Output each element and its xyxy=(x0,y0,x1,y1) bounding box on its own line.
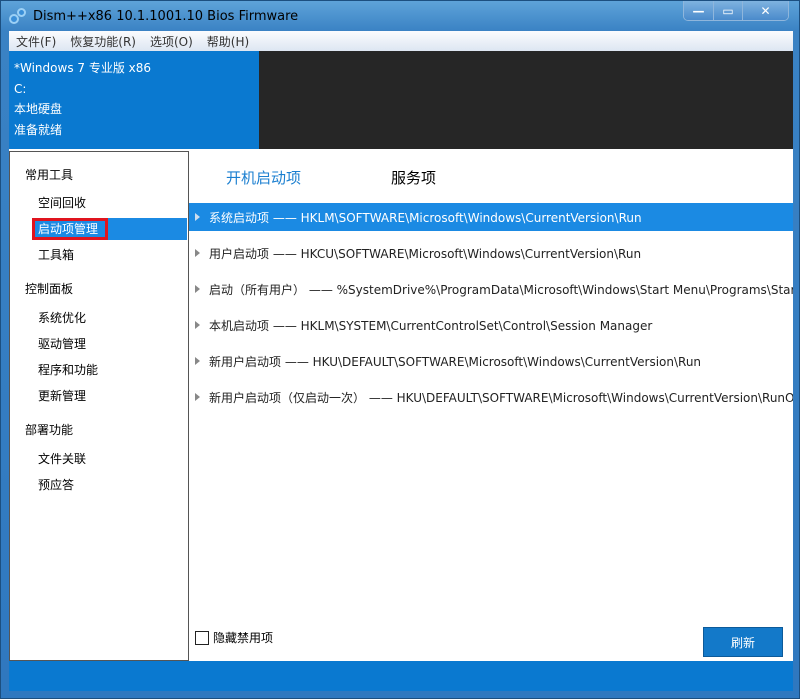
hide-disabled-checkbox[interactable]: 隐藏禁用项 xyxy=(195,629,273,646)
menu-options[interactable]: 选项(O) xyxy=(143,33,200,50)
disk-type: 本地硬盘 xyxy=(14,99,254,120)
section-common-tools: 常用工具 xyxy=(25,166,73,183)
sidebar-item-toolbox[interactable]: 工具箱 xyxy=(32,244,187,266)
checkbox-box[interactable] xyxy=(195,631,209,645)
tab-services[interactable]: 服务项 xyxy=(391,167,436,188)
maximize-button[interactable]: ▭ xyxy=(713,1,742,20)
sidebar-item-drivers[interactable]: 驱动管理 xyxy=(32,333,187,355)
list-item[interactable]: 新用户启动项 —— HKU\DEFAULT\SOFTWARE\Microsoft… xyxy=(189,347,793,375)
section-deploy: 部署功能 xyxy=(25,421,73,438)
row-label: 启动（所有用户） —— %SystemDrive%\ProgramData\Mi… xyxy=(209,281,793,298)
tab-startup[interactable]: 开机启动项 xyxy=(226,167,301,188)
checkbox-label: 隐藏禁用项 xyxy=(213,629,273,646)
section-control-panel: 控制面板 xyxy=(25,280,73,297)
expand-arrow-icon xyxy=(195,357,200,365)
window-title: Dism++x86 10.1.1001.10 Bios Firmware xyxy=(33,9,298,24)
sidebar-item-programs[interactable]: 程序和功能 xyxy=(32,359,187,381)
menu-restore[interactable]: 恢复功能(R) xyxy=(63,33,143,50)
sidebar-item-space-cleanup[interactable]: 空间回收 xyxy=(32,192,187,214)
list-item[interactable]: 用户启动项 —— HKCU\SOFTWARE\Microsoft\Windows… xyxy=(189,239,793,267)
expand-arrow-icon xyxy=(195,285,200,293)
sidebar-item-answer-file[interactable]: 预应答 xyxy=(32,474,187,496)
status-text: 准备就绪 xyxy=(14,120,254,141)
row-label: 系统启动项 —— HKLM\SOFTWARE\Microsoft\Windows… xyxy=(209,209,642,226)
expand-arrow-icon xyxy=(195,213,200,221)
image-info-panel[interactable]: *Windows 7 专业版 x86 C: 本地硬盘 准备就绪 xyxy=(9,51,259,149)
sidebar-item-updates[interactable]: 更新管理 xyxy=(32,385,187,407)
expand-arrow-icon xyxy=(195,393,200,401)
sidebar-item-file-assoc[interactable]: 文件关联 xyxy=(32,448,187,470)
list-item[interactable]: 本机启动项 —— HKLM\SYSTEM\CurrentControlSet\C… xyxy=(189,311,793,339)
row-label: 新用户启动项 —— HKU\DEFAULT\SOFTWARE\Microsoft… xyxy=(209,353,701,370)
expand-arrow-icon xyxy=(195,249,200,257)
sidebar-item-startup-manager[interactable]: 启动项管理 xyxy=(32,218,108,240)
menu-file[interactable]: 文件(F) xyxy=(9,33,63,50)
list-item[interactable]: 新用户启动项（仅启动一次） —— HKU\DEFAULT\SOFTWARE\Mi… xyxy=(189,383,793,411)
close-button[interactable]: ✕ xyxy=(742,1,788,20)
row-label: 用户启动项 —— HKCU\SOFTWARE\Microsoft\Windows… xyxy=(209,245,641,262)
title-bar: Dism++x86 10.1.1001.10 Bios Firmware xyxy=(9,5,298,27)
minimize-button[interactable]: — xyxy=(684,1,713,20)
os-name: *Windows 7 专业版 x86 xyxy=(14,58,254,79)
refresh-button[interactable]: 刷新 xyxy=(703,627,783,657)
drive-letter: C: xyxy=(14,79,254,100)
list-item[interactable]: 启动（所有用户） —— %SystemDrive%\ProgramData\Mi… xyxy=(189,275,793,303)
info-dark-area xyxy=(259,51,793,149)
app-gear-icon xyxy=(9,8,27,24)
sidebar-item-system-optimize[interactable]: 系统优化 xyxy=(32,307,187,329)
main-panel: 开机启动项 服务项 系统启动项 —— HKLM\SOFTWARE\Microso… xyxy=(189,149,793,661)
menu-bar: 文件(F) 恢复功能(R) 选项(O) 帮助(H) xyxy=(9,31,793,51)
app-window: Dism++x86 10.1.1001.10 Bios Firmware — ▭… xyxy=(0,0,800,699)
expand-arrow-icon xyxy=(195,321,200,329)
list-item[interactable]: 系统启动项 —— HKLM\SOFTWARE\Microsoft\Windows… xyxy=(189,203,793,231)
status-bar xyxy=(9,661,793,691)
sidebar: 常用工具 空间回收 启动项管理 工具箱 控制面板 系统优化 驱动管理 程序和功能… xyxy=(9,151,189,661)
row-label: 本机启动项 —— HKLM\SYSTEM\CurrentControlSet\C… xyxy=(209,317,652,334)
menu-help[interactable]: 帮助(H) xyxy=(200,33,256,50)
row-label: 新用户启动项（仅启动一次） —— HKU\DEFAULT\SOFTWARE\Mi… xyxy=(209,389,793,406)
